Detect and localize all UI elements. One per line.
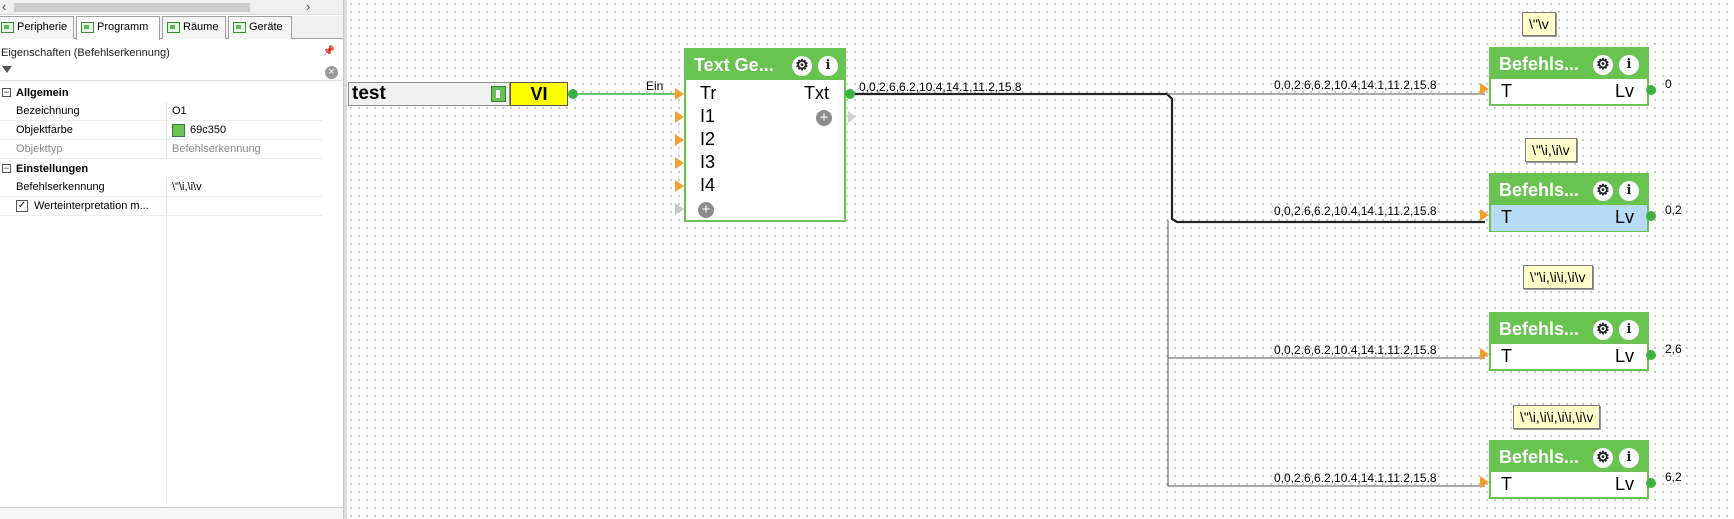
output-value-label: 6,2 [1665,470,1682,484]
block-header[interactable]: Befehls... ⚙ i [1491,175,1647,205]
output-pin-label: Lv [1615,207,1635,227]
info-icon[interactable]: i [818,56,838,76]
output-pin-lv[interactable] [1646,211,1656,221]
info-icon[interactable]: i [1619,448,1639,468]
befehlserkennung-block[interactable]: Befehls... ⚙ i T Lv [1489,47,1649,106]
input-pin-i4[interactable] [675,180,684,192]
output-pin-label: Lv [1615,346,1635,366]
add-input-icon[interactable]: + [698,202,714,218]
wire-block4[interactable] [1167,358,1485,487]
wire-value-label: 0,0,2.6,6.2,10.4,14.1,11.2,15.8 [859,80,1022,94]
befehlserkennung-block[interactable]: Befehls... ⚙ i T Lv [1489,440,1649,499]
output-value-label: 0 [1665,77,1672,91]
input-pin-label: T [1501,81,1512,101]
gear-icon[interactable]: ⚙ [1593,181,1613,201]
input-pin-t[interactable] [1480,209,1489,221]
block-io-row[interactable]: T Lv [1491,472,1647,498]
info-icon[interactable]: i [1619,55,1639,75]
block-io-row[interactable]: T Lv [1491,205,1647,231]
gear-icon[interactable]: ⚙ [792,56,812,76]
info-icon[interactable]: i [1619,181,1639,201]
block-title: Text Ge... [694,55,774,75]
wire-bus-bold[interactable] [855,92,1485,224]
add-output-icon[interactable]: + [816,110,832,126]
input-name: test [352,83,386,104]
block-title: Befehls... [1499,447,1580,467]
output-pin-lv[interactable] [1646,350,1656,360]
wires-layer [573,92,1485,487]
comment-note[interactable]: \"\i,\i\v [1525,138,1577,162]
wire-value-label: 0,0,2.6,6.2,10.4,14.1,11.2,15.8 [1274,78,1437,92]
output-value-label: 2,6 [1665,342,1682,356]
wire-value-label: 0,0,2.6,6.2,10.4,14.1,11.2,15.8 [1274,471,1437,485]
gear-icon[interactable]: ⚙ [1593,448,1613,468]
input-pin-i3[interactable] [675,157,684,169]
wire-value-label: 0,0,2.6,6.2,10.4,14.1,11.2,15.8 [1274,343,1437,357]
block-header[interactable]: Text Ge... ⚙ i [686,50,844,80]
input-pin-add[interactable] [675,203,684,215]
input-pin-label: I2 [700,129,716,149]
gear-icon[interactable]: ⚙ [1593,320,1613,340]
input-pin-label: T [1501,346,1512,366]
text-generator-block[interactable]: Text Ge... ⚙ i Tr I1 I2 I3 I4 Txt + + [684,48,846,222]
block-title: Befehls... [1499,54,1580,74]
input-pin-label: T [1501,474,1512,494]
input-pin-label: I1 [700,106,716,126]
output-pin-lv[interactable] [1646,478,1656,488]
wire-value-label: 0,0,2.6,6.2,10.4,14.1,11.2,15.8 [1274,204,1437,218]
comment-note[interactable]: \"\i,\i\i,\i\v [1523,265,1593,289]
input-pin-i2[interactable] [675,134,684,146]
output-pin-label: Lv [1615,81,1635,101]
input-pin-label: I4 [700,175,716,195]
input-pin-label: T [1501,207,1512,227]
input-pin-i1[interactable] [675,111,684,123]
input-object[interactable]: test [348,82,510,106]
input-pin-t[interactable] [1480,348,1489,360]
output-pin-txt[interactable] [845,89,855,99]
block-title: Befehls... [1499,180,1580,200]
befehlserkennung-block[interactable]: Befehls... ⚙ i T Lv [1489,173,1649,232]
output-pin-add[interactable] [848,111,856,123]
input-marker-icon [491,86,506,102]
block-io-row[interactable]: T Lv [1491,79,1647,105]
input-pin-t[interactable] [1480,83,1489,95]
wire-block3[interactable] [1167,220,1485,359]
input-pin-t[interactable] [1480,476,1489,488]
input-pin-label: I3 [700,152,716,172]
wire-label-ein: Ein [646,79,664,93]
input-output-pin[interactable] [568,89,578,99]
block-header[interactable]: Befehls... ⚙ i [1491,49,1647,79]
input-pin-label: Tr [700,83,717,103]
output-pin-lv[interactable] [1646,85,1656,95]
output-pin-label: Lv [1615,474,1635,494]
block-io-row[interactable]: T Lv [1491,344,1647,370]
input-type-badge[interactable]: VI [510,82,568,106]
output-pin-label: Txt [804,83,829,103]
comment-note[interactable]: \"\i,\i\i,\i\i,\i\v [1513,405,1601,429]
block-header[interactable]: Befehls... ⚙ i [1491,314,1647,344]
output-value-label: 0,2 [1665,203,1682,217]
befehlserkennung-block[interactable]: Befehls... ⚙ i T Lv [1489,312,1649,371]
block-title: Befehls... [1499,319,1580,339]
input-type-label: VI [530,84,548,104]
comment-note[interactable]: \"\v [1522,12,1556,36]
info-icon[interactable]: i [1619,320,1639,340]
gear-icon[interactable]: ⚙ [1593,55,1613,75]
block-header[interactable]: Befehls... ⚙ i [1491,442,1647,472]
input-pin-tr[interactable] [675,88,684,100]
